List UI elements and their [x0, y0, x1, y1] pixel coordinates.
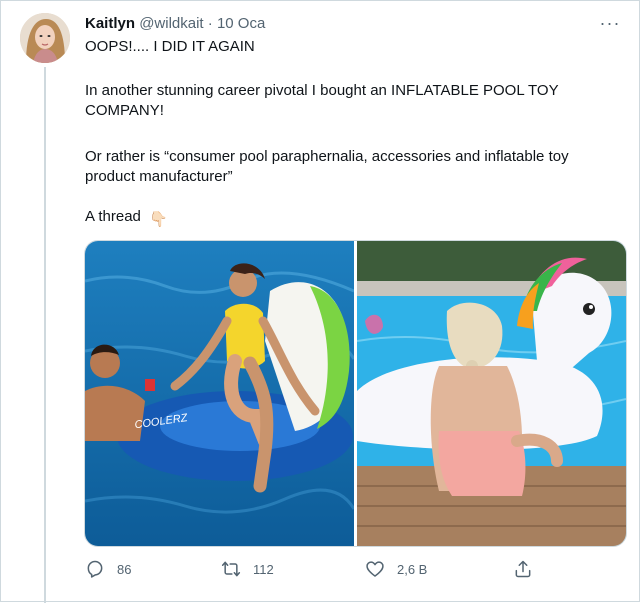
- tweet-text-paragraph-3: Or rather is “consumer pool paraphernali…: [85, 148, 569, 185]
- reply-button[interactable]: 86: [85, 557, 131, 581]
- reply-icon: [87, 560, 103, 578]
- tweet-text-thread-label: A thread 👇🏻: [85, 207, 615, 230]
- like-button[interactable]: 2,6 B: [365, 557, 427, 581]
- header-separator: ·: [207, 15, 213, 32]
- thread-connector-line: [44, 67, 46, 603]
- avatar-image: [20, 13, 70, 63]
- retweet-count: 112: [253, 561, 274, 577]
- tweet-actions: 86 112 2,6 B: [85, 557, 555, 581]
- avatar[interactable]: [20, 13, 70, 63]
- thread-label: A thread: [85, 208, 141, 225]
- tweet-text-line-1: OOPS!.... I DID IT AGAIN: [85, 38, 255, 55]
- heart-icon: [366, 561, 384, 577]
- more-options-glyph: ···: [599, 12, 621, 33]
- author-handle[interactable]: @wildkait: [139, 15, 203, 32]
- share-button[interactable]: [513, 557, 533, 581]
- retweet-button[interactable]: 112: [221, 557, 274, 581]
- like-count: 2,6 B: [397, 561, 428, 577]
- media-image-unicorn-float[interactable]: [357, 241, 626, 546]
- tweet-media: COOLERZ: [84, 240, 627, 547]
- media-image-pool-float[interactable]: COOLERZ: [85, 241, 354, 546]
- more-options-icon[interactable]: ···: [597, 13, 623, 33]
- tweet-header: Kaitlyn @wildkait · 10 Oca: [85, 14, 265, 34]
- tweet-text-paragraph-2: In another stunning career pivotal I bou…: [85, 82, 559, 119]
- tweet-card: Kaitlyn @wildkait · 10 Oca ··· OOPS!....…: [0, 0, 640, 603]
- pointing-down-hand-icon: 👇🏻: [149, 211, 168, 228]
- share-icon: [515, 560, 531, 578]
- author-name[interactable]: Kaitlyn: [85, 15, 135, 32]
- tweet-date[interactable]: 10 Oca: [217, 15, 265, 32]
- reply-count: 86: [117, 561, 132, 577]
- retweet-icon: [221, 561, 241, 577]
